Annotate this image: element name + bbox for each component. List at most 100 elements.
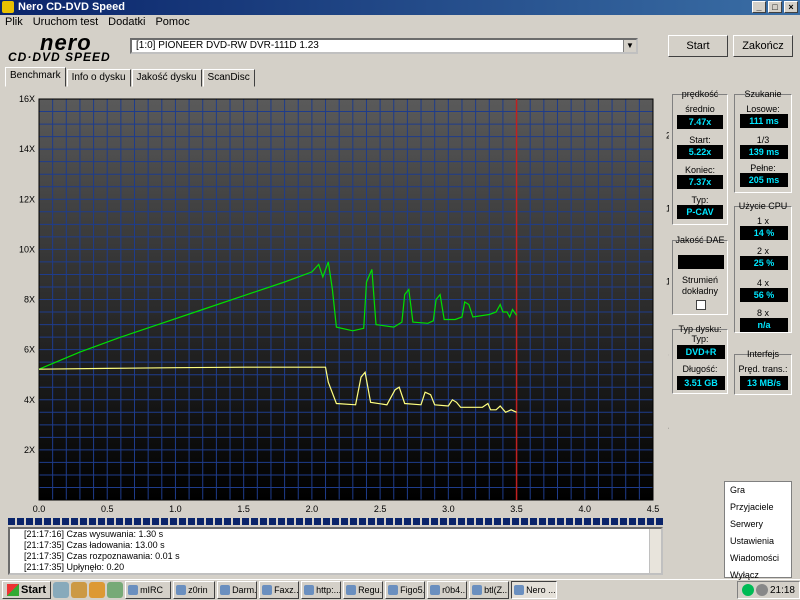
tab-disc-info[interactable]: Info o dysku <box>66 69 131 87</box>
full-seek-value: 205 ms <box>740 173 788 187</box>
start-speed-value: 5.22x <box>677 145 723 159</box>
window-title: Nero CD-DVD Speed <box>18 1 125 13</box>
accurate-stream-checkbox[interactable] <box>696 300 706 310</box>
quicklaunch-folder-icon[interactable] <box>71 582 88 598</box>
x-tick-label: 3.5 <box>510 504 523 514</box>
popup-item[interactable]: Gra <box>725 482 791 499</box>
log-box: [21:17:16] Czas wysuwania: 1.30 s [21:17… <box>8 527 663 575</box>
tray-gg-icon[interactable] <box>741 584 754 596</box>
random-label: Losowe: <box>746 104 780 114</box>
y-tick-label-left: 16X <box>19 94 35 104</box>
interface-panel: Interfejs Pręd. trans.: 13 MB/s <box>734 349 792 395</box>
taskbar-item[interactable]: Regu... <box>343 581 384 599</box>
popup-item[interactable]: Wyłącz <box>725 567 791 584</box>
y-tick-label-right: 16 <box>666 203 669 213</box>
taskbar-item[interactable]: z0rin <box>173 581 216 599</box>
y-tick-label-right: 8 <box>668 349 669 359</box>
benchmark-chart: 0.0 0.5 1.0 1.5 2.0 2.5 3.0 3.5 4.0 4.5 2X 4X 6X 8X 10… <box>5 88 676 516</box>
seek-panel-title: Szukanie <box>744 89 782 99</box>
windows-logo-icon <box>7 584 19 596</box>
dae-value <box>678 255 724 269</box>
tab-bar: Benchmark Info o dysku Jakość dysku Scan… <box>5 67 256 87</box>
drive-select[interactable]: [1:0] PIONEER DVD-RW DVR-111D 1.23 ▼ <box>130 38 638 54</box>
x-tick-label: 2.0 <box>306 504 319 514</box>
avg-speed-value: 7.47x <box>677 115 723 129</box>
logo-speed-text: CD·DVD SPEED <box>8 50 111 64</box>
menu-uruchom-test[interactable]: Uruchom test <box>33 15 98 30</box>
start-button[interactable]: Start <box>668 35 728 57</box>
popup-item[interactable]: Serwery <box>725 516 791 533</box>
cpu-8x-value: n/a <box>740 318 788 332</box>
y-tick-label-left: 12X <box>19 194 35 204</box>
speed-type-label: Typ: <box>691 195 709 205</box>
chart-svg: 0.0 0.5 1.0 1.5 2.0 2.5 3.0 3.5 4.0 4.5 2X 4X 6X 8X 10… <box>19 94 676 514</box>
cpu-1x-label: 1 x <box>756 216 769 226</box>
exit-button[interactable]: Zakończ <box>733 35 793 57</box>
third-label: 1/3 <box>756 135 770 145</box>
minimize-button[interactable]: _ <box>752 1 766 13</box>
menu-pomoc[interactable]: Pomoc <box>155 15 189 30</box>
tab-disc-quality[interactable]: Jakość dysku <box>131 69 202 87</box>
interface-panel-title: Interfejs <box>746 349 779 359</box>
taskbar-item[interactable]: mIRC <box>125 581 172 599</box>
accurate-stream-label: Strumień dokładny <box>681 275 719 296</box>
y-tick-label-left: 10X <box>19 244 35 254</box>
start-menu-button[interactable]: Start <box>2 581 52 599</box>
end-label: Koniec: <box>684 165 716 175</box>
x-tick-label: 4.5 <box>647 504 660 514</box>
taskbar: Start mIRC z0rin Darm... Faxz... http:..… <box>0 579 800 600</box>
taskbar-item[interactable]: btl(Z... <box>469 581 510 599</box>
x-tick-label: 4.0 <box>579 504 592 514</box>
drive-select-value: [1:0] PIONEER DVD-RW DVR-111D 1.23 <box>136 40 319 51</box>
cpu-1x-value: 14 % <box>740 226 788 240</box>
x-tick-label: 2.5 <box>374 504 387 514</box>
popup-item[interactable]: Wiadomości <box>725 550 791 567</box>
taskbar-item[interactable]: r0b4... <box>427 581 468 599</box>
disc-type-panel-title: Typ dysku: <box>678 324 722 334</box>
quicklaunch-app-icon[interactable] <box>107 582 124 598</box>
taskbar-item[interactable]: Darm... <box>217 581 258 599</box>
tab-benchmark[interactable]: Benchmark <box>5 67 66 87</box>
popup-item[interactable]: Ustawienia <box>725 533 791 550</box>
y-tick-label-right: 20 <box>666 130 669 140</box>
menu-plik[interactable]: Plik <box>5 15 23 30</box>
disc-length-label: Długość: <box>682 364 718 374</box>
tray-popup-menu: Gra Przyjaciele Serwery Ustawienia Wiado… <box>724 481 792 580</box>
log-scrollbar[interactable] <box>649 529 661 573</box>
start-label: Start <box>21 584 47 596</box>
popup-item[interactable]: Przyjaciele <box>725 499 791 516</box>
random-seek-value: 111 ms <box>740 114 788 128</box>
speed-panel-title: prędkość <box>681 89 719 99</box>
nero-logo: nero CD·DVD SPEED <box>6 30 126 64</box>
tray-network-icon[interactable] <box>755 584 768 596</box>
disc-type-panel: Typ dysku: Typ: DVD+R Długość: 3.51 GB <box>672 324 728 394</box>
chevron-down-icon[interactable]: ▼ <box>623 40 636 52</box>
taskbar-item[interactable]: Faxz... <box>259 581 300 599</box>
title-bar: Nero CD-DVD Speed _ □ × <box>0 0 800 15</box>
taskbar-item-active[interactable]: Nero ... <box>511 581 558 599</box>
y-tick-label-right: 4 <box>668 422 669 432</box>
y-tick-label-left: 4X <box>24 395 35 405</box>
y-tick-label-left: 6X <box>24 345 35 355</box>
disc-type-label: Typ: <box>691 334 709 344</box>
quicklaunch-ie-icon[interactable] <box>53 582 70 598</box>
menu-dodatki[interactable]: Dodatki <box>108 15 145 30</box>
quicklaunch-player-icon[interactable] <box>89 582 106 598</box>
end-speed-value: 7.37x <box>677 175 723 189</box>
disc-type-value: DVD+R <box>677 345 725 359</box>
close-button[interactable]: × <box>784 1 798 13</box>
speed-type-value: P-CAV <box>677 205 723 219</box>
progress-bar <box>8 518 663 525</box>
x-tick-label: 1.0 <box>169 504 182 514</box>
menu-bar: Plik Uruchom test Dodatki Pomoc <box>0 15 800 30</box>
y-tick-label-left: 2X <box>24 445 35 455</box>
tab-scandisc[interactable]: ScanDisc <box>202 69 255 87</box>
taskbar-item[interactable]: http:... <box>301 581 342 599</box>
maximize-button[interactable]: □ <box>768 1 782 13</box>
x-tick-label: 3.0 <box>442 504 455 514</box>
log-line: [21:17:16] Czas wysuwania: 1.30 s <box>24 529 164 539</box>
cpu-panel: Użycie CPU 1 x 14 % 2 x 25 % 4 x 56 % 8 … <box>734 201 792 333</box>
taskbar-item[interactable]: Figo5... <box>385 581 426 599</box>
x-tick-label: 0.5 <box>101 504 114 514</box>
x-tick-label: 0.0 <box>33 504 46 514</box>
